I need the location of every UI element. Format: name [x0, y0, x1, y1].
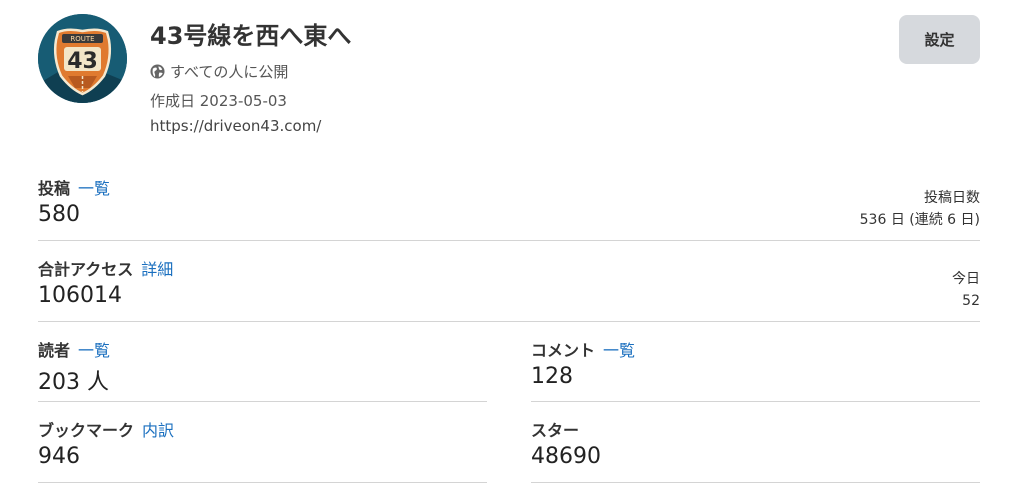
readers-stat: 読者 一覧 203 人	[38, 337, 110, 396]
blog-title: 43号線を西へ東へ	[150, 22, 352, 50]
visibility-text: すべての人に公開	[170, 63, 289, 81]
access-stat: 合計アクセス 詳細 106014	[38, 256, 173, 308]
post-days-stat: 投稿日数 536 日 (連続 6 日)	[860, 187, 980, 231]
today-value: 52	[962, 293, 980, 309]
comments-label: コメント	[531, 341, 596, 360]
blog-avatar[interactable]: ROUTE 43	[38, 14, 127, 103]
today-stat: 今日 52	[952, 268, 980, 312]
bookmarks-label: ブックマーク	[38, 421, 135, 440]
post-days-value: 536 日 (連続 6 日)	[859, 212, 980, 228]
bookmarks-count: 946	[38, 444, 80, 469]
posts-stat: 投稿 一覧 580	[38, 175, 110, 227]
comments-stat: コメント 一覧 128	[531, 337, 635, 389]
readers-list-link[interactable]: 一覧	[78, 341, 110, 360]
avatar-badge-text: ROUTE	[70, 35, 94, 43]
divider	[531, 401, 980, 402]
blog-url-link[interactable]: https://driveon43.com/	[150, 117, 321, 135]
stars-count: 48690	[531, 444, 601, 469]
readers-label: 読者	[38, 341, 71, 360]
avatar-route-number: 43	[67, 49, 98, 74]
stars-stat: スター 48690	[531, 417, 601, 469]
access-count: 106014	[38, 283, 122, 308]
settings-button[interactable]: 設定	[899, 15, 980, 64]
post-days-label: 投稿日数	[924, 190, 980, 206]
divider	[38, 482, 487, 483]
bookmarks-breakdown-link[interactable]: 内訳	[142, 421, 174, 440]
divider	[38, 240, 980, 241]
posts-list-link[interactable]: 一覧	[78, 179, 110, 198]
visibility-status: すべての人に公開	[150, 61, 288, 82]
access-detail-link[interactable]: 詳細	[141, 260, 173, 279]
divider	[38, 321, 980, 322]
created-date: 作成日 2023-05-03	[150, 92, 287, 110]
bookmarks-stat: ブックマーク 内訳 946	[38, 417, 174, 469]
readers-count: 203 人	[38, 370, 109, 395]
globe-icon	[150, 64, 165, 79]
stars-label: スター	[531, 421, 580, 440]
today-label: 今日	[952, 271, 980, 287]
comments-count: 128	[531, 364, 573, 389]
divider	[531, 482, 980, 483]
comments-list-link[interactable]: 一覧	[603, 341, 635, 360]
access-label: 合計アクセス	[38, 260, 134, 279]
posts-count: 580	[38, 202, 80, 227]
divider	[38, 401, 487, 402]
route-shield-icon: ROUTE 43	[38, 14, 127, 103]
posts-label: 投稿	[38, 179, 71, 198]
